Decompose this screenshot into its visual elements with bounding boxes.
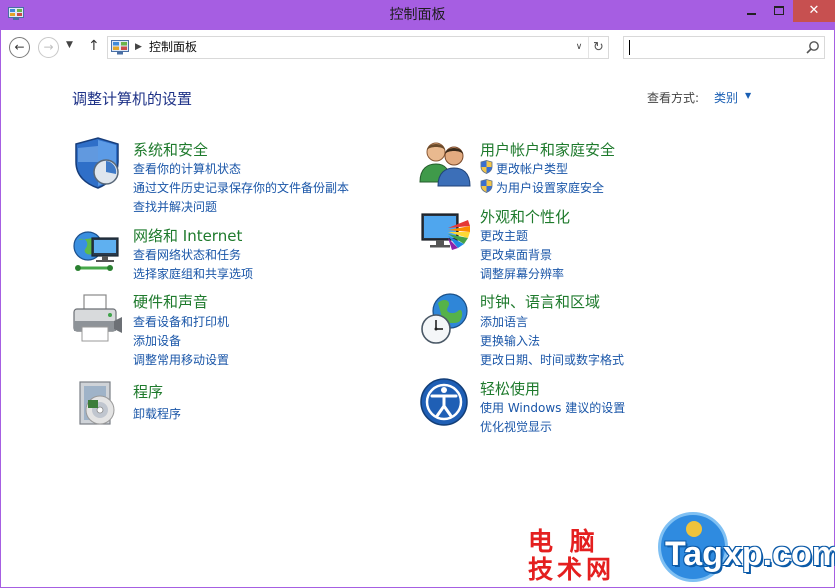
- link-change-theme[interactable]: 更改主题: [480, 227, 528, 244]
- control-panel-icon: [111, 40, 129, 55]
- printer-icon[interactable]: [70, 291, 124, 345]
- link-change-account-type[interactable]: 更改帐户类型: [496, 160, 568, 177]
- category-appearance-title[interactable]: 外观和个性化: [480, 206, 570, 227]
- forward-button[interactable]: →: [38, 37, 59, 58]
- category-user-accounts-title[interactable]: 用户帐户和家庭安全: [480, 139, 615, 160]
- watermark-text-en: Tagxp.com: [665, 535, 835, 573]
- address-dropdown-button[interactable]: ∨: [571, 37, 587, 58]
- category-clock-region-title[interactable]: 时钟、语言和区域: [480, 291, 600, 312]
- network-icon[interactable]: [70, 224, 124, 278]
- programs-icon[interactable]: [70, 378, 124, 432]
- appearance-icon[interactable]: [418, 206, 472, 260]
- close-button[interactable]: ✕: [793, 0, 835, 22]
- link-add-language[interactable]: 添加语言: [480, 313, 528, 330]
- chevron-down-icon: ∨: [575, 42, 583, 52]
- uac-shield-icon: [480, 160, 493, 174]
- back-button[interactable]: ←: [9, 37, 30, 58]
- link-homegroup-sharing[interactable]: 选择家庭组和共享选项: [133, 265, 253, 282]
- close-icon: ✕: [808, 3, 820, 18]
- category-system-security-title[interactable]: 系统和安全: [133, 139, 208, 160]
- chevron-down-icon: ▼: [66, 40, 73, 50]
- watermark-text-cn: 电 脑 技术网: [528, 527, 616, 584]
- ease-of-access-icon[interactable]: [418, 376, 472, 430]
- link-devices-printers[interactable]: 查看设备和打印机: [133, 313, 229, 330]
- breadcrumb-control-panel[interactable]: 控制面板: [149, 37, 197, 58]
- search-input[interactable]: [626, 39, 796, 56]
- address-bar[interactable]: ▶ 控制面板 ∨ ↻: [107, 36, 609, 59]
- link-family-safety[interactable]: 为用户设置家庭安全: [496, 179, 604, 196]
- view-by-label: 查看方式:: [647, 91, 700, 105]
- search-box[interactable]: [623, 36, 825, 59]
- link-change-input-method[interactable]: 更换输入法: [480, 332, 540, 349]
- category-hardware-sound-title[interactable]: 硬件和声音: [133, 291, 208, 312]
- window-title: 控制面板: [389, 7, 446, 23]
- back-arrow-icon: ←: [14, 40, 25, 54]
- link-optimize-visual-display[interactable]: 优化视觉显示: [480, 418, 552, 435]
- recent-locations-button[interactable]: ▼: [66, 40, 73, 50]
- link-change-date-time-format[interactable]: 更改日期、时间或数字格式: [480, 351, 624, 368]
- link-network-status[interactable]: 查看网络状态和任务: [133, 246, 241, 263]
- minimize-icon: [747, 13, 756, 15]
- maximize-icon: [774, 6, 784, 15]
- maximize-button[interactable]: [766, 0, 792, 22]
- link-mobility-settings[interactable]: 调整常用移动设置: [133, 351, 229, 368]
- minimize-button[interactable]: [739, 0, 765, 22]
- link-recommended-settings[interactable]: 使用 Windows 建议的设置: [480, 399, 625, 416]
- link-change-desktop-background[interactable]: 更改桌面背景: [480, 246, 552, 263]
- up-button[interactable]: ↑: [88, 38, 100, 54]
- link-view-computer-status[interactable]: 查看你的计算机状态: [133, 160, 241, 177]
- refresh-button[interactable]: ↻: [588, 37, 608, 58]
- up-arrow-icon: ↑: [88, 38, 100, 54]
- users-icon[interactable]: [418, 136, 472, 190]
- link-file-history-backup[interactable]: 通过文件历史记录保存你的文件备份副本: [133, 179, 349, 196]
- forward-arrow-icon: →: [43, 40, 54, 54]
- page-title: 调整计算机的设置: [72, 90, 193, 108]
- text-caret: [629, 40, 630, 55]
- link-add-device[interactable]: 添加设备: [133, 332, 181, 349]
- uac-shield-icon: [480, 179, 493, 193]
- clock-globe-icon[interactable]: [418, 291, 472, 345]
- link-troubleshoot[interactable]: 查找并解决问题: [133, 198, 217, 215]
- link-adjust-resolution[interactable]: 调整屏幕分辨率: [480, 265, 564, 282]
- breadcrumb-separator-icon[interactable]: ▶: [135, 39, 142, 56]
- search-icon[interactable]: [804, 39, 822, 57]
- category-ease-of-access-title[interactable]: 轻松使用: [480, 378, 540, 399]
- title-bar: 控制面板 ✕: [0, 0, 835, 30]
- category-programs-title[interactable]: 程序: [133, 381, 163, 402]
- category-network-title[interactable]: 网络和 Internet: [133, 225, 242, 246]
- system-security-icon[interactable]: [70, 136, 124, 190]
- view-by-dropdown[interactable]: 类别: [714, 89, 738, 106]
- chevron-down-icon[interactable]: ▼: [745, 91, 751, 100]
- refresh-icon: ↻: [593, 40, 604, 55]
- link-uninstall-program[interactable]: 卸载程序: [133, 405, 181, 422]
